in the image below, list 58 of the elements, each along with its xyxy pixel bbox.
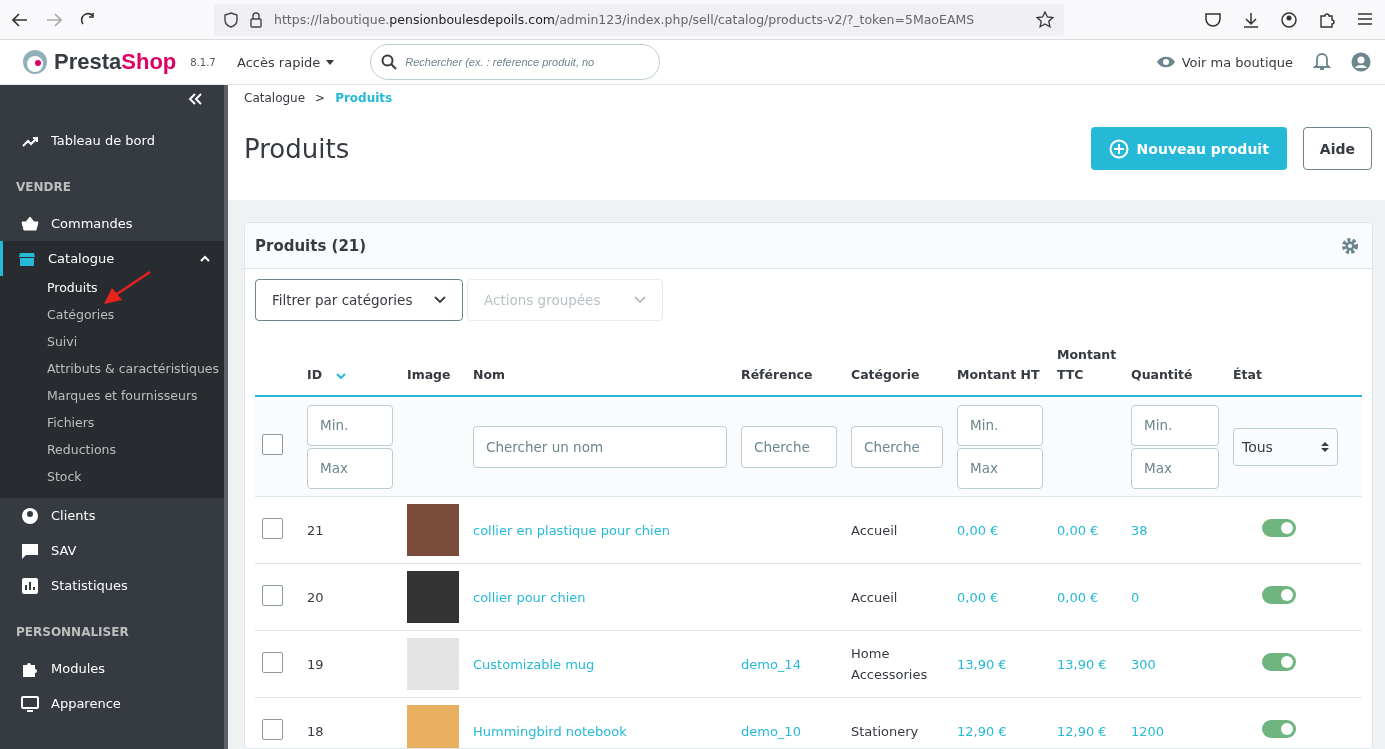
- category-cell-text: Home Accessories: [850, 645, 929, 684]
- category-cell-text: Accueil: [850, 588, 899, 607]
- address-bar[interactable]: https://laboutique.pensionboulesdepoils.com/admin123/index.php/sell/catalog/products-v2/?_token=5MaoEAMS: [214, 3, 1064, 36]
- column-header[interactable]: Référence: [734, 365, 844, 395]
- id-max-field[interactable]: Max: [307, 447, 393, 489]
- id-cell-text: 19: [306, 655, 325, 674]
- page-title: Produits: [244, 133, 350, 164]
- category-filter-dropdown[interactable]: Filtrer par catégories: [255, 279, 463, 321]
- column-header[interactable]: Nom: [466, 365, 734, 395]
- view-shop-link[interactable]: Voir ma boutique: [1155, 54, 1293, 70]
- sidebar-item[interactable]: Clients: [0, 498, 224, 533]
- quantity-min-field[interactable]: Min.: [1131, 404, 1219, 446]
- quantity-max-field[interactable]: Max: [1131, 447, 1219, 489]
- breadcrumb-separator: >: [315, 91, 326, 105]
- column-header[interactable]: Montant TTC: [1050, 345, 1124, 395]
- column-header[interactable]: Quantité: [1124, 365, 1226, 395]
- price-min-field[interactable]: Min.: [957, 404, 1043, 446]
- category-search-field[interactable]: Cherche: [851, 425, 943, 468]
- category-cell-text: Accueil: [850, 521, 899, 540]
- column-header[interactable]: Montant HT: [950, 365, 1050, 395]
- column-header[interactable]: État: [1226, 365, 1345, 395]
- version-label: 8.1.7: [190, 56, 216, 68]
- sidebar-item[interactable]: SAV: [0, 533, 224, 568]
- sidebar-section-title: PERSONNALISER: [15, 624, 130, 641]
- breadcrumb-link[interactable]: Catalogue: [244, 91, 306, 105]
- submenu-item[interactable]: Reductions: [0, 438, 224, 465]
- search-field[interactable]: Rechercher (ex. : reference produit, no: [370, 44, 661, 80]
- url-text: https://laboutique.pensionboulesdepoils.com/admin123/index.php/sell/catalog/products-v2/?_token=5MaoEAMS: [274, 12, 975, 27]
- submenu-item[interactable]: Suivi: [0, 330, 224, 357]
- submenu-item[interactable]: Stock: [0, 465, 224, 492]
- card-title: Produits (21): [255, 236, 367, 255]
- column-header[interactable]: ID: [300, 365, 400, 395]
- sidebar-item[interactable]: Apparence: [0, 686, 224, 721]
- sidebar-item[interactable]: Tableau de bord: [0, 123, 224, 158]
- submenu-item[interactable]: Marques et fournisseurs: [0, 384, 224, 411]
- submenu-item[interactable]: Catégories: [0, 303, 224, 330]
- sidebar-item[interactable]: Statistiques: [0, 568, 224, 603]
- id-cell-text: 20: [306, 588, 325, 607]
- id-cell-text: 21: [306, 521, 325, 540]
- price-max-field[interactable]: Max: [957, 447, 1043, 489]
- sidebar-section-title: VENDRE: [15, 179, 72, 196]
- column-header[interactable]: Catégorie: [844, 365, 950, 395]
- sidebar-item[interactable]: Modules: [0, 651, 224, 686]
- reference-search-field[interactable]: Cherche: [741, 425, 837, 468]
- column-header[interactable]: Image: [400, 365, 466, 395]
- submenu-item[interactable]: Attributs & caractéristiques: [0, 357, 224, 384]
- logo-text: PrestaShop: [54, 49, 177, 75]
- id-min-field[interactable]: Min.: [307, 404, 393, 446]
- sidebar-item[interactable]: Commandes: [0, 206, 224, 241]
- submenu-item[interactable]: Fichiers: [0, 411, 224, 438]
- state-select[interactable]: Tous: [1233, 427, 1338, 466]
- submenu-item[interactable]: Produits: [0, 276, 224, 303]
- quick-access-menu[interactable]: Accès rapide: [237, 54, 335, 70]
- sidebar-item[interactable]: Catalogue: [0, 241, 224, 276]
- id-cell-text: 18: [306, 722, 325, 741]
- name-search-field[interactable]: Chercher un nom: [473, 425, 727, 468]
- category-cell-text: Stationery: [850, 722, 920, 741]
- help-button[interactable]: Aide: [1302, 127, 1372, 170]
